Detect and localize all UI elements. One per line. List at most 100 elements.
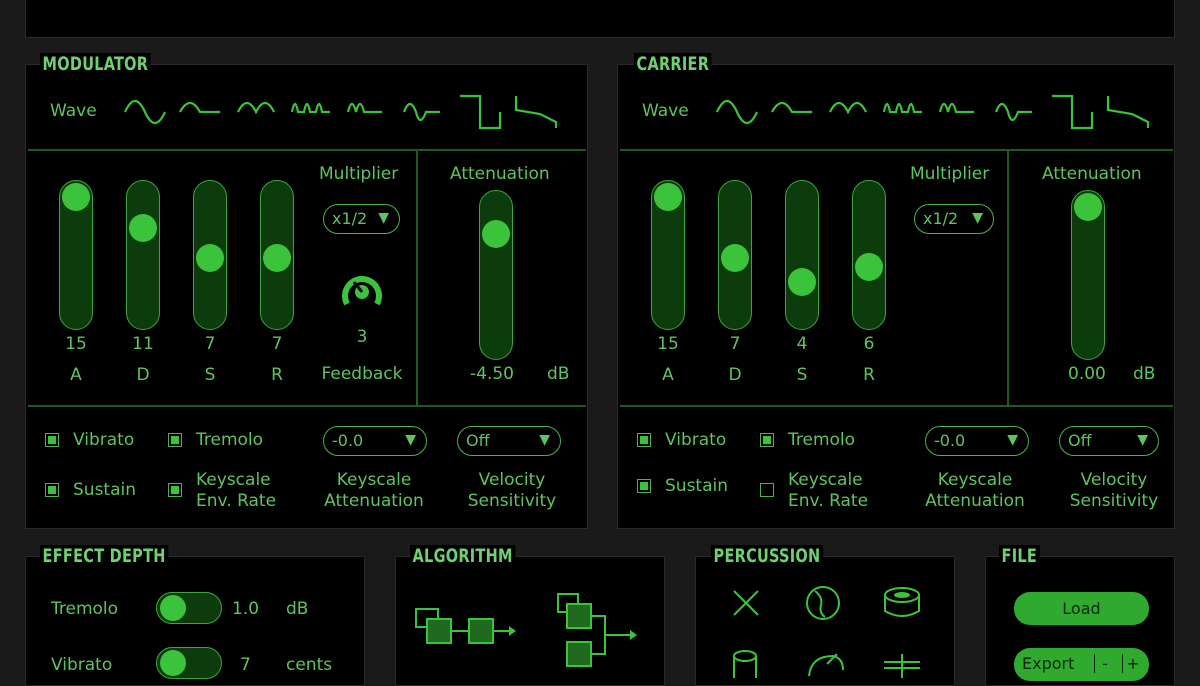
modulator-vibrato-checkbox[interactable]: [45, 433, 59, 447]
effect-depth-title: EFFECT DEPTH: [40, 545, 169, 567]
modulator-attenuation-slider[interactable]: [479, 190, 513, 360]
wave-camel-sine-icon: [994, 102, 1032, 122]
carrier-sustain-label: Sustain: [665, 476, 729, 496]
carrier-envelope-slider-a[interactable]: [651, 180, 685, 330]
wave-half-sine-icon: [771, 101, 812, 114]
carrier-vibrato-checkbox[interactable]: [637, 433, 651, 447]
carrier-velocity-dropdown[interactable]: Off ▼: [1059, 426, 1159, 456]
modulator-velocity-dropdown[interactable]: Off ▼: [457, 426, 561, 456]
carrier-envelope-knob-s[interactable]: [788, 267, 816, 296]
wave-saw-icon: [1106, 96, 1150, 128]
carrier-tremolo-checkbox[interactable]: [760, 433, 774, 447]
modulator-tremolo-checkbox[interactable]: [168, 433, 182, 447]
carrier-ksl-label-1: Keyscale: [937, 470, 1013, 490]
modulator-envelope-knob-a[interactable]: [62, 183, 90, 211]
effect-tremolo-value: 1.0: [232, 599, 260, 619]
modulator-ksl-value: -0.0: [332, 431, 364, 450]
carrier-ksl-dropdown[interactable]: -0.0 ▼: [925, 426, 1029, 456]
wave-abs-sine-icon: [237, 101, 275, 115]
carrier-attenuation-label: Attenuation: [1042, 164, 1142, 184]
load-button[interactable]: Load: [1014, 592, 1149, 625]
carrier-ksl-label-2: Attenuation: [925, 491, 1025, 511]
percussion-bass-drum-icon[interactable]: [803, 583, 843, 623]
carrier-attenuation-value: 0.00: [1068, 364, 1106, 384]
percussion-cymbal-icon[interactable]: [803, 650, 847, 678]
carrier-envelope-knob-a[interactable]: [654, 183, 682, 211]
carrier-waveform-selector[interactable]: [712, 88, 1162, 136]
modulator-ksr-checkbox[interactable]: [168, 483, 182, 497]
wave-alternating-icon: [346, 102, 382, 114]
carrier-envelope-slider-d[interactable]: [718, 180, 752, 330]
export-plus-button[interactable]: +: [1122, 654, 1143, 673]
carrier-envelope-value-d: 7: [729, 334, 741, 354]
carrier-envelope-value-r: 6: [863, 334, 875, 354]
carrier-velocity-label-2: Sensitivity: [1069, 491, 1159, 511]
modulator-vibrato-label: Vibrato: [73, 430, 135, 450]
modulator-tremolo-label: Tremolo: [196, 430, 264, 450]
chevron-down-icon: ▼: [1137, 432, 1148, 448]
modulator-envelope-value-a: 15: [65, 334, 87, 354]
carrier-sustain-checkbox[interactable]: [637, 479, 651, 493]
modulator-waveform-selector[interactable]: [120, 88, 570, 136]
wave-square-icon: [1052, 94, 1094, 130]
wave-pulse-sine-icon: [290, 102, 330, 114]
carrier-envelope-slider-r[interactable]: [852, 180, 886, 330]
percussion-tom-icon[interactable]: [730, 648, 760, 678]
percussion-hihat-icon[interactable]: [882, 652, 922, 678]
wave-half-sine-icon: [179, 101, 220, 114]
percussion-off-icon[interactable]: [730, 587, 762, 619]
top-display-panel: [25, 0, 1175, 38]
wave-abs-sine-icon: [829, 101, 867, 115]
carrier-multiplier-dropdown[interactable]: x1/2 ▼: [914, 204, 994, 234]
carrier-envelope-label-a: A: [662, 365, 674, 385]
modulator-envelope-value-d: 11: [132, 334, 154, 354]
algorithm-am-parallel-icon[interactable]: [555, 590, 640, 670]
carrier-divider-bottom: [620, 405, 1173, 407]
carrier-envelope-label-r: R: [863, 365, 875, 385]
algorithm-title: ALGORITHM: [410, 545, 516, 567]
carrier-envelope-slider-s[interactable]: [785, 180, 819, 330]
wave-alternating-icon: [938, 102, 974, 114]
chevron-down-icon: ▼: [539, 432, 550, 448]
effect-tremolo-slider[interactable]: [156, 592, 222, 624]
carrier-tremolo-label: Tremolo: [788, 430, 856, 450]
algorithm-fm-serial-icon[interactable]: [413, 605, 518, 650]
modulator-envelope-slider-a[interactable]: [59, 180, 93, 330]
modulator-envelope-knob-d[interactable]: [129, 214, 157, 243]
carrier-envelope-value-a: 15: [657, 334, 679, 354]
wave-pulse-sine-icon: [882, 102, 922, 114]
carrier-ksr-checkbox[interactable]: [760, 483, 774, 497]
modulator-multiplier-label: Multiplier: [319, 164, 399, 184]
carrier-attenuation-slider[interactable]: [1071, 190, 1105, 360]
effect-vibrato-slider[interactable]: [156, 647, 222, 679]
effect-tremolo-unit: dB: [286, 599, 309, 619]
modulator-ksl-label-2: Attenuation: [324, 491, 424, 511]
feedback-label: Feedback: [321, 364, 403, 384]
percussion-snare-drum-icon[interactable]: [880, 583, 924, 623]
effect-vibrato-knob[interactable]: [160, 650, 186, 676]
modulator-attenuation-knob[interactable]: [482, 220, 510, 249]
export-minus-button[interactable]: -: [1094, 654, 1115, 673]
carrier-ksl-value: -0.0: [934, 431, 966, 450]
modulator-sustain-checkbox[interactable]: [45, 483, 59, 497]
modulator-envelope-knob-s[interactable]: [196, 244, 224, 273]
modulator-envelope-knob-r[interactable]: [263, 244, 291, 273]
file-title: FILE: [999, 545, 1040, 567]
modulator-envelope-slider-r[interactable]: [260, 180, 294, 330]
carrier-envelope-value-s: 4: [796, 334, 808, 354]
carrier-ksr-label-2: Env. Rate: [788, 491, 869, 511]
carrier-attenuation-knob[interactable]: [1074, 193, 1102, 221]
modulator-envelope-slider-s[interactable]: [193, 180, 227, 330]
modulator-envelope-slider-d[interactable]: [126, 180, 160, 330]
carrier-envelope-label-d: D: [728, 365, 742, 385]
carrier-envelope-knob-d[interactable]: [721, 244, 749, 273]
modulator-wave-label: Wave: [50, 101, 97, 121]
export-button[interactable]: Export - +: [1014, 648, 1149, 681]
modulator-ksl-dropdown[interactable]: -0.0 ▼: [323, 426, 427, 456]
carrier-envelope-knob-r[interactable]: [855, 252, 883, 281]
modulator-ksr-label-1: Keyscale: [196, 470, 271, 490]
feedback-knob-icon[interactable]: [340, 270, 384, 310]
modulator-attenuation-unit: dB: [547, 364, 570, 384]
modulator-multiplier-dropdown[interactable]: x1/2 ▼: [323, 204, 400, 234]
effect-tremolo-knob[interactable]: [160, 595, 186, 621]
